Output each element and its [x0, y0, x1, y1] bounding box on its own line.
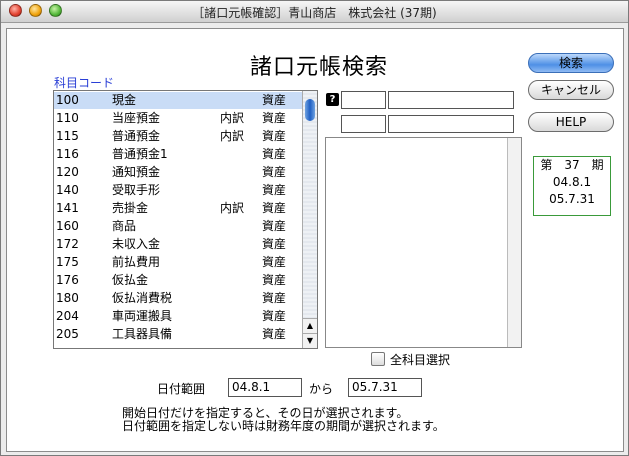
account-type: 資産 [262, 309, 287, 323]
account-code: 116 [56, 147, 79, 161]
name-input-2[interactable] [388, 115, 514, 133]
account-name: 前払費用 [112, 255, 161, 269]
account-type: 資産 [262, 201, 287, 215]
period-end: 05.7.31 [549, 192, 595, 206]
list-item[interactable]: 172 未収入金 資産 [54, 236, 302, 253]
help-icon[interactable]: ? [326, 93, 339, 106]
account-code: 140 [56, 183, 79, 197]
list-item[interactable]: 116 普通預金1 資産 [54, 146, 302, 163]
account-type: 資産 [262, 219, 287, 233]
page-title: 諸口元帳検索 [249, 55, 388, 80]
list-item[interactable]: 120 通知預金 資産 [54, 164, 302, 181]
list-item[interactable]: 141 売掛金 内訳 資産 [54, 200, 302, 217]
account-name: 受取手形 [112, 183, 161, 197]
account-name: 仮払消費税 [112, 291, 173, 305]
name-input-1[interactable] [388, 91, 514, 109]
scroll-thumb[interactable] [305, 99, 315, 121]
all-accounts-checkbox[interactable] [371, 352, 385, 366]
account-subledger: 内訳 [220, 111, 245, 125]
window-title: ［諸口元帳確認］青山商店 株式会社 (37期) [192, 6, 437, 20]
list-item[interactable]: 175 前払費用 資産 [54, 254, 302, 271]
account-code: 176 [56, 273, 79, 287]
code-input-2[interactable] [341, 115, 386, 133]
list-item[interactable]: 176 仮払金 資産 [54, 272, 302, 289]
account-list[interactable]: 205 工具器具備 資産 204 車両運搬具 資産 180 仮払消費税 資産 176 仮払金 資産 17… [53, 90, 318, 349]
account-code: 141 [56, 201, 79, 215]
account-name: 普通預金1 [112, 147, 168, 161]
account-code: 100 [56, 93, 79, 107]
note-line-2: 日付範囲を指定しない時は財務年度の期間が選択されます。 [122, 419, 445, 433]
list-item[interactable]: 110 当座預金 内訳 資産 [54, 110, 302, 127]
date-to-input[interactable]: 05.7.31 [348, 378, 422, 397]
scroll-down-icon[interactable]: ▼ [303, 333, 317, 348]
account-type: 資産 [262, 291, 287, 305]
account-type: 資産 [262, 237, 287, 251]
account-code: 172 [56, 237, 79, 251]
account-code: 160 [56, 219, 79, 233]
selected-accounts-area[interactable] [325, 137, 522, 348]
date-from-input[interactable]: 04.8.1 [228, 378, 302, 397]
title-bar[interactable]: ［諸口元帳確認］青山商店 株式会社 (37期) [1, 1, 628, 23]
date-separator: から [309, 382, 334, 396]
code-input-1[interactable] [341, 91, 386, 109]
account-type: 資産 [262, 111, 287, 125]
date-range-label: 日付範囲 [157, 382, 206, 396]
list-item[interactable]: 204 車両運搬具 資産 [54, 308, 302, 325]
account-type: 資産 [262, 165, 287, 179]
account-name: 売掛金 [112, 201, 149, 215]
account-type: 資産 [262, 273, 287, 287]
account-code-label: 科目コード [54, 76, 115, 90]
help-button[interactable]: HELP [528, 112, 614, 132]
account-code: 175 [56, 255, 79, 269]
selected-area-scrollbar[interactable] [507, 138, 521, 347]
account-code: 120 [56, 165, 79, 179]
account-name: 通知預金 [112, 165, 161, 179]
period-label: 第 37 期 [540, 158, 604, 172]
account-subledger: 内訳 [220, 129, 245, 143]
cancel-button[interactable]: キャンセル [528, 80, 614, 100]
list-item[interactable]: 160 商品 資産 [54, 218, 302, 235]
account-type: 資産 [262, 93, 287, 107]
list-item[interactable]: 205 工具器具備 資産 [54, 326, 302, 343]
account-code: 110 [56, 111, 79, 125]
list-item[interactable]: 100 現金 資産 [54, 92, 302, 109]
account-code: 204 [56, 309, 79, 323]
main-window: ［諸口元帳確認］青山商店 株式会社 (37期) 諸口元帳検索 科目コード 205… [0, 0, 629, 456]
list-item[interactable]: 115 普通預金 内訳 資産 [54, 128, 302, 145]
account-name: 車両運搬具 [112, 309, 173, 323]
account-type: 資産 [262, 129, 287, 143]
period-box: 第 37 期 04.8.1 05.7.31 [533, 156, 611, 216]
list-item[interactable]: 180 仮払消費税 資産 [54, 290, 302, 307]
scroll-up-icon[interactable]: ▲ [303, 318, 317, 333]
search-button[interactable]: 検索 [528, 53, 614, 73]
account-code: 115 [56, 129, 79, 143]
account-name: 現金 [112, 93, 137, 107]
all-accounts-label: 全科目選択 [390, 353, 451, 367]
account-name: 仮払金 [112, 273, 149, 287]
list-item[interactable]: 140 受取手形 資産 [54, 182, 302, 199]
account-name: 未収入金 [112, 237, 161, 251]
period-start: 04.8.1 [552, 175, 592, 189]
account-name: 当座預金 [112, 111, 161, 125]
account-type: 資産 [262, 255, 287, 269]
account-name: 普通預金 [112, 129, 161, 143]
account-type: 資産 [262, 183, 287, 197]
list-scrollbar[interactable]: ▲ ▼ [302, 91, 317, 348]
account-name: 商品 [112, 219, 137, 233]
account-type: 資産 [262, 147, 287, 161]
account-type: 資産 [262, 327, 287, 341]
account-name: 工具器具備 [112, 327, 173, 341]
account-subledger: 内訳 [220, 201, 245, 215]
account-code: 180 [56, 291, 79, 305]
account-code: 205 [56, 327, 79, 341]
